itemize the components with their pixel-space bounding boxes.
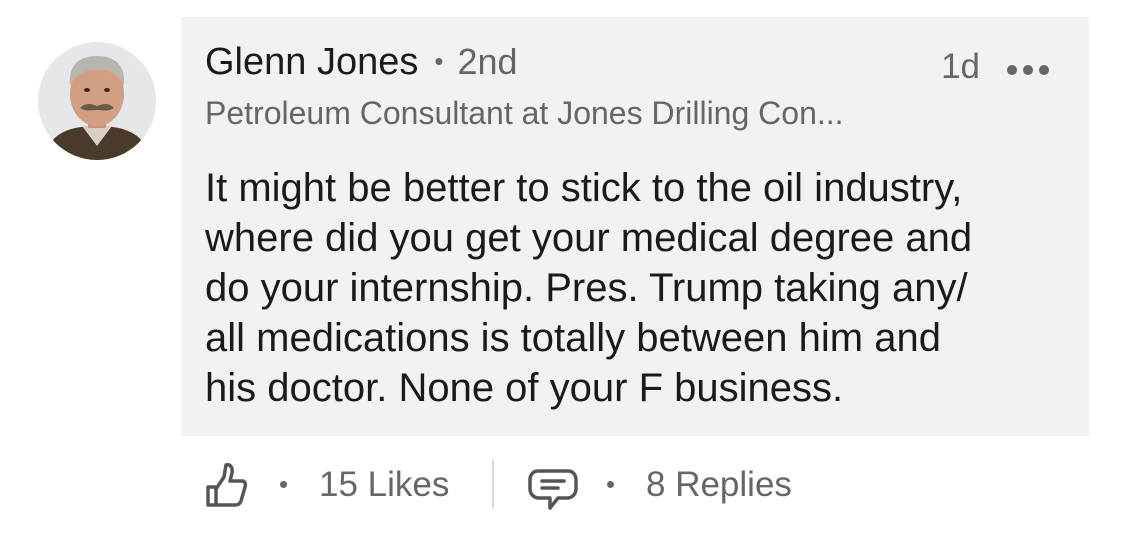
comment-line: all medications is totally between him a…: [205, 316, 941, 360]
thumbs-up-icon[interactable]: [204, 461, 248, 509]
likes-count[interactable]: 15 Likes: [319, 465, 449, 505]
comment-timestamp: 1d: [941, 47, 980, 86]
comment-line: his doctor. None of your F business.: [205, 366, 844, 410]
author-headline: Petroleum Consultant at Jones Drilling C…: [205, 95, 844, 131]
action-divider: [492, 459, 494, 509]
separator-dot: •: [434, 46, 444, 76]
separator-dot: •: [606, 469, 616, 499]
comment-line: do your internship. Pres. Trump taking a…: [205, 266, 968, 310]
connection-degree: 2nd: [457, 41, 518, 82]
author-row: Glenn Jones • 2nd: [205, 41, 518, 91]
separator-dot: •: [279, 469, 289, 499]
more-options-icon[interactable]: [1005, 63, 1051, 77]
comment-line: It might be better to stick to the oil i…: [205, 166, 963, 210]
replies-count[interactable]: 8 Replies: [646, 465, 792, 505]
author-avatar[interactable]: [38, 42, 156, 160]
comment-text: It might be better to stick to the oil i…: [205, 163, 1075, 413]
comment-bubble: Glenn Jones • 2nd 1d Petroleum Consultan…: [181, 17, 1089, 436]
author-name[interactable]: Glenn Jones: [205, 41, 418, 84]
comment-bubble-icon[interactable]: [528, 467, 578, 511]
comment-actions: • 15 Likes • 8 Replies: [200, 455, 900, 515]
comment-line: where did you get your medical degree an…: [205, 216, 973, 260]
avatar-photo: [38, 42, 156, 160]
